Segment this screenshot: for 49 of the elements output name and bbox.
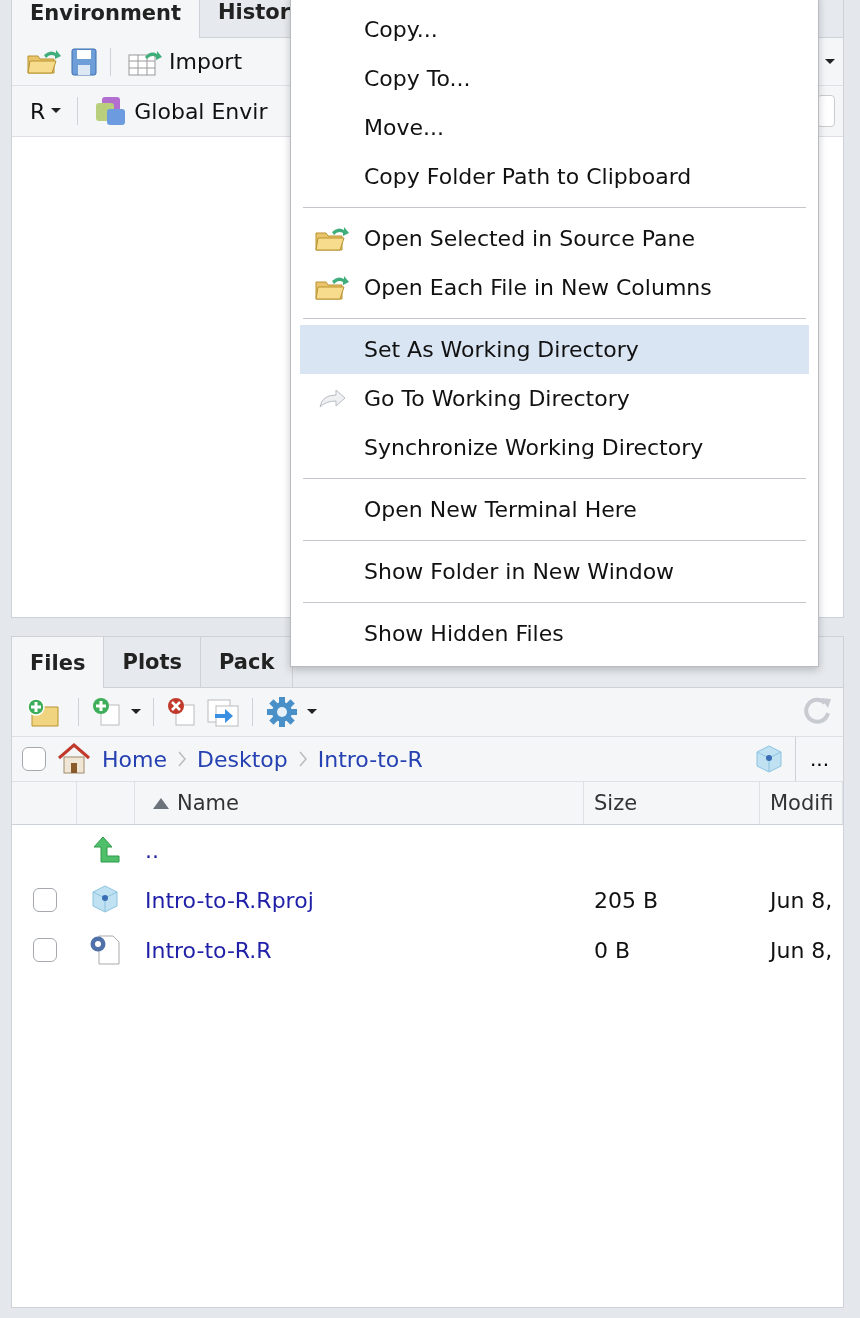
rename-icon[interactable] [206, 696, 240, 728]
save-icon[interactable] [70, 46, 98, 77]
menu-item[interactable]: Copy... [300, 5, 809, 54]
row-checkbox[interactable] [32, 938, 57, 962]
column-header[interactable]: Modifi [760, 782, 843, 824]
new-file-icon[interactable] [91, 696, 123, 728]
menu-item[interactable]: Copy To... [300, 54, 809, 103]
sort-ascending-icon[interactable] [153, 797, 169, 809]
chevron-icon [297, 751, 308, 767]
menu-item[interactable]: Synchronize Working Directory [300, 423, 809, 472]
menu-item[interactable]: Open Selected in Source Pane [300, 214, 809, 263]
menu-item[interactable]: Go To Working Directory [300, 374, 809, 423]
menu-item[interactable]: Open New Terminal Here [300, 485, 809, 534]
breadcrumb-link[interactable]: Intro-to-R [317, 746, 423, 772]
modified-date: Jun 8, [770, 937, 833, 963]
caret-icon[interactable] [131, 709, 141, 715]
caret-icon [51, 108, 62, 114]
language-dropdown[interactable]: R [26, 98, 66, 124]
more-button[interactable]: ... [794, 737, 843, 781]
parent-folder-link[interactable]: .. [145, 837, 159, 863]
chevron-icon [176, 751, 187, 767]
menu-item[interactable]: Show Folder in New Window [300, 547, 809, 596]
gear-icon[interactable] [265, 695, 299, 729]
import-button[interactable]: Import [123, 46, 246, 77]
pane-tab[interactable]: Files [12, 637, 105, 688]
menu-item[interactable]: Open Each File in New Columns [300, 263, 809, 312]
row-checkbox[interactable] [32, 888, 57, 912]
breadcrumb-link[interactable]: Home [102, 746, 167, 772]
file-link[interactable]: Intro-to-R.Rproj [145, 887, 314, 913]
caret-icon[interactable] [307, 709, 317, 715]
file-link[interactable]: Intro-to-R.R [145, 937, 272, 963]
menu-item[interactable]: Move... [300, 103, 809, 152]
file-size: 205 B [594, 887, 659, 913]
caret-icon[interactable] [825, 58, 835, 65]
file-size: 0 B [594, 937, 631, 963]
menu-item[interactable]: Copy Folder Path to Clipboard [300, 152, 809, 201]
select-all-checkbox[interactable] [22, 747, 46, 771]
menu-item[interactable]: Show Hidden Files [300, 609, 809, 658]
column-header[interactable]: Size [584, 782, 760, 824]
r-script-icon [89, 933, 123, 967]
delete-icon[interactable] [166, 696, 198, 728]
column-header[interactable]: Name [177, 791, 239, 815]
menu-item[interactable]: Set As Working Directory [300, 325, 809, 374]
home-icon[interactable] [56, 742, 92, 776]
up-arrow-icon[interactable] [90, 835, 122, 865]
modified-date: Jun 8, [770, 887, 833, 913]
breadcrumb-link[interactable]: Desktop [196, 746, 288, 772]
environment-dropdown[interactable]: Global Envir [90, 95, 272, 127]
pane-tab[interactable]: Environment [12, 0, 201, 38]
